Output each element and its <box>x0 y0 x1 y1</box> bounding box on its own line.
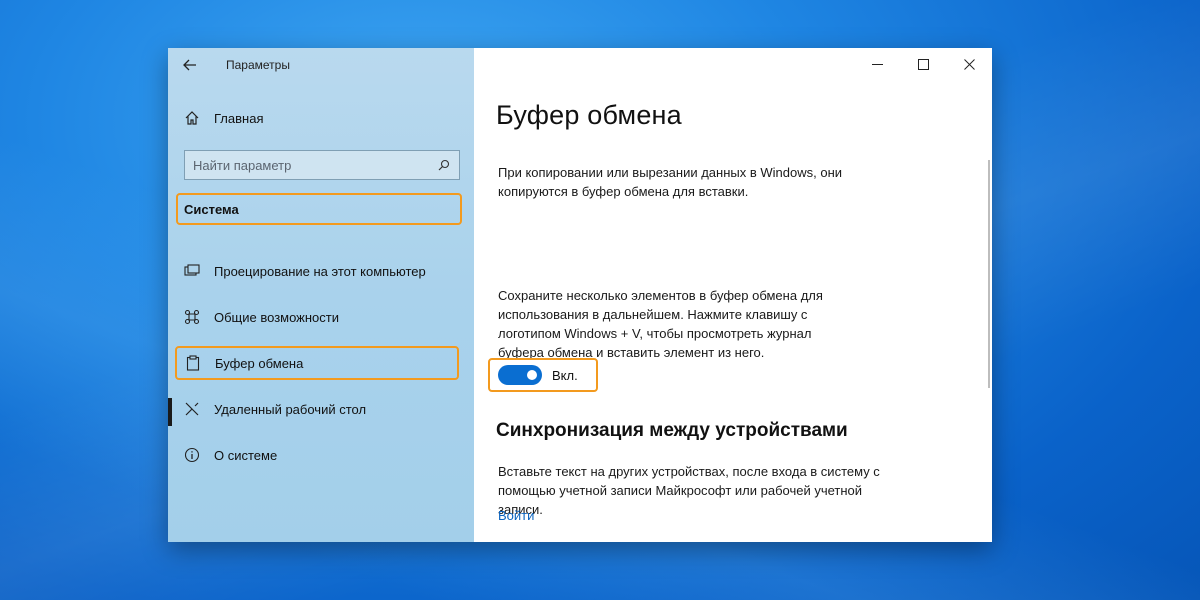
section-system-label: Система <box>184 201 239 217</box>
info-icon <box>176 447 208 463</box>
sidebar-item-remote-desktop[interactable]: Удаленный рабочий стол <box>176 392 466 426</box>
sidebar-item-shared-experiences[interactable]: Общие возможности <box>176 300 466 334</box>
nav-home[interactable]: Главная <box>176 104 466 132</box>
content-pane: Буфер обмена При копировании или вырезан… <box>474 48 992 542</box>
sidebar-item-about[interactable]: О системе <box>176 438 466 472</box>
sign-in-link[interactable]: Войти <box>498 508 534 523</box>
sidebar-item-label: О системе <box>214 447 278 463</box>
home-icon <box>176 110 208 126</box>
sidebar: Параметры Главная Система <box>168 48 474 542</box>
close-button[interactable] <box>946 48 992 80</box>
title-bar: Параметры <box>168 48 474 82</box>
sidebar-item-label: Удаленный рабочий стол <box>214 401 367 417</box>
settings-window: Параметры Главная Система <box>168 48 992 542</box>
sidebar-item-label: Буфер обмена <box>215 355 304 371</box>
search-icon[interactable] <box>437 158 451 172</box>
nav-home-label: Главная <box>214 110 264 126</box>
section-system: Система <box>176 193 462 225</box>
sidebar-item-label: Общие возможности <box>214 309 340 325</box>
minimize-button[interactable] <box>854 48 900 80</box>
sync-description: Вставьте текст на других устройствах, по… <box>498 464 880 517</box>
shared-experiences-icon <box>176 309 208 325</box>
search-box[interactable] <box>184 150 460 180</box>
remote-desktop-icon <box>176 401 208 417</box>
toggle-state-label: Вкл. <box>552 367 578 383</box>
maximize-button[interactable] <box>900 48 946 80</box>
scrollbar[interactable] <box>988 160 990 388</box>
intro-text: При копировании или вырезании данных в W… <box>498 165 843 199</box>
toggle-knob <box>527 370 537 380</box>
clipboard-history-toggle[interactable] <box>498 365 542 385</box>
back-button[interactable] <box>168 48 212 82</box>
sync-section-title: Синхронизация между устройствами <box>496 420 848 441</box>
search-input[interactable] <box>193 157 437 173</box>
clipboard-history-toggle-group: Вкл. <box>488 358 598 392</box>
close-icon <box>963 58 975 70</box>
minimize-icon <box>871 63 883 65</box>
clipboard-icon <box>177 355 209 371</box>
back-arrow-icon <box>183 59 196 71</box>
maximize-icon <box>917 58 929 70</box>
active-indicator <box>168 398 172 426</box>
page-title: Буфер обмена <box>496 100 682 130</box>
clipboard-history-text: Сохраните несколько элементов в буфер об… <box>498 288 823 360</box>
sidebar-item-projecting[interactable]: Проецирование на этот компьютер <box>176 254 466 288</box>
sidebar-item-label: Проецирование на этот компьютер <box>214 263 426 279</box>
window-controls <box>854 48 992 80</box>
sidebar-item-clipboard[interactable]: Буфер обмена <box>175 346 459 380</box>
app-title: Параметры <box>226 58 290 72</box>
projector-icon <box>176 264 208 278</box>
